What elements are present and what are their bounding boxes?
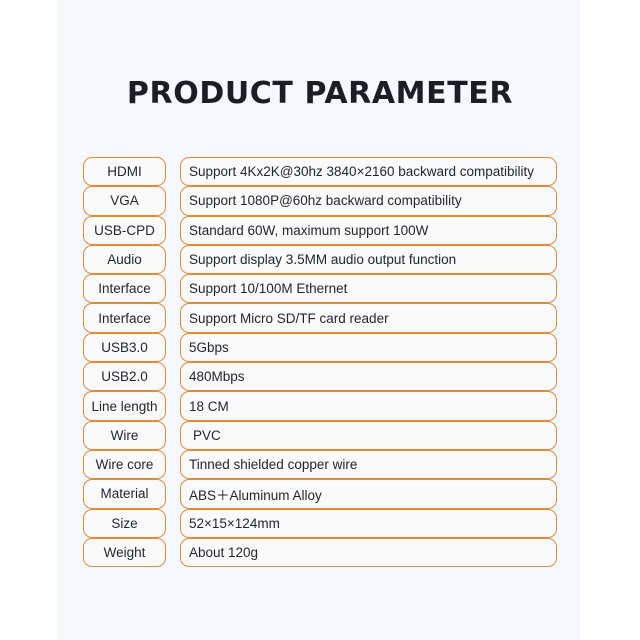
parameter-value: ABS＋Aluminum Alloy [180,479,557,509]
parameter-value: 52×15×124mm [180,508,557,538]
parameter-label: Wire [83,420,166,450]
parameter-label: HDMI [83,157,166,187]
parameter-value: Standard 60W, maximum support 100W [180,215,557,245]
parameter-label: USB3.0 [83,332,166,363]
parameter-label: Interface [83,274,166,304]
table-row: Interface Support 10/100M Ethernet [83,274,557,304]
product-parameter-page: PRODUCT PARAMETER HDMI Support 4Kx2K@30hz… [0,0,640,640]
parameter-value: Tinned shielded copper wire [180,449,557,480]
table-row: Interface Support Micro SD/TF card reader [83,303,557,333]
table-row: Material ABS＋Aluminum Alloy [83,479,557,509]
parameter-value: Support 10/100M Ethernet [180,274,557,304]
table-row: Line length 18 CM [83,391,557,421]
table-row: Wire core Tinned shielded copper wire [83,449,557,480]
parameter-label: Material [83,479,166,509]
parameter-value: 480Mbps [180,362,557,392]
parameter-value: Support 1080P@60hz backward compatibilit… [180,186,557,216]
parameter-value: Support display 3.5MM audio output funct… [180,244,557,275]
page-content: PRODUCT PARAMETER HDMI Support 4Kx2K@30hz… [0,0,640,640]
parameter-label: VGA [83,186,166,216]
table-row: USB2.0 480Mbps [83,362,557,392]
parameter-label: Line length [83,391,166,421]
table-row: Size 52×15×124mm [83,508,557,538]
table-row: VGA Support 1080P@60hz backward compatibi… [83,186,557,216]
table-row: USB3.0 5Gbps [83,332,557,363]
parameter-label: Wire core [83,449,166,480]
table-row: Wire PVC [83,420,557,450]
table-row: HDMI Support 4Kx2K@30hz 3840×2160 backwar… [83,157,557,187]
parameter-table: HDMI Support 4Kx2K@30hz 3840×2160 backwar… [83,157,557,568]
parameter-label: Audio [83,244,166,275]
parameter-value: About 120g [180,537,557,568]
parameter-label: Interface [83,303,166,333]
parameter-label: USB-CPD [83,215,166,245]
parameter-label: USB2.0 [83,362,166,392]
parameter-value: PVC [180,420,557,450]
table-row: Weight About 120g [83,537,557,568]
parameter-value: Support Micro SD/TF card reader [180,303,557,333]
parameter-value: 5Gbps [180,332,557,363]
parameter-value: 18 CM [180,391,557,421]
parameter-label: Weight [83,537,166,568]
table-row: Audio Support display 3.5MM audio output … [83,244,557,275]
parameter-value: Support 4Kx2K@30hz 3840×2160 backward co… [180,157,557,187]
page-title: PRODUCT PARAMETER [126,76,514,111]
table-row: USB-CPD Standard 60W, maximum support 100… [83,215,557,245]
parameter-label: Size [83,508,166,538]
